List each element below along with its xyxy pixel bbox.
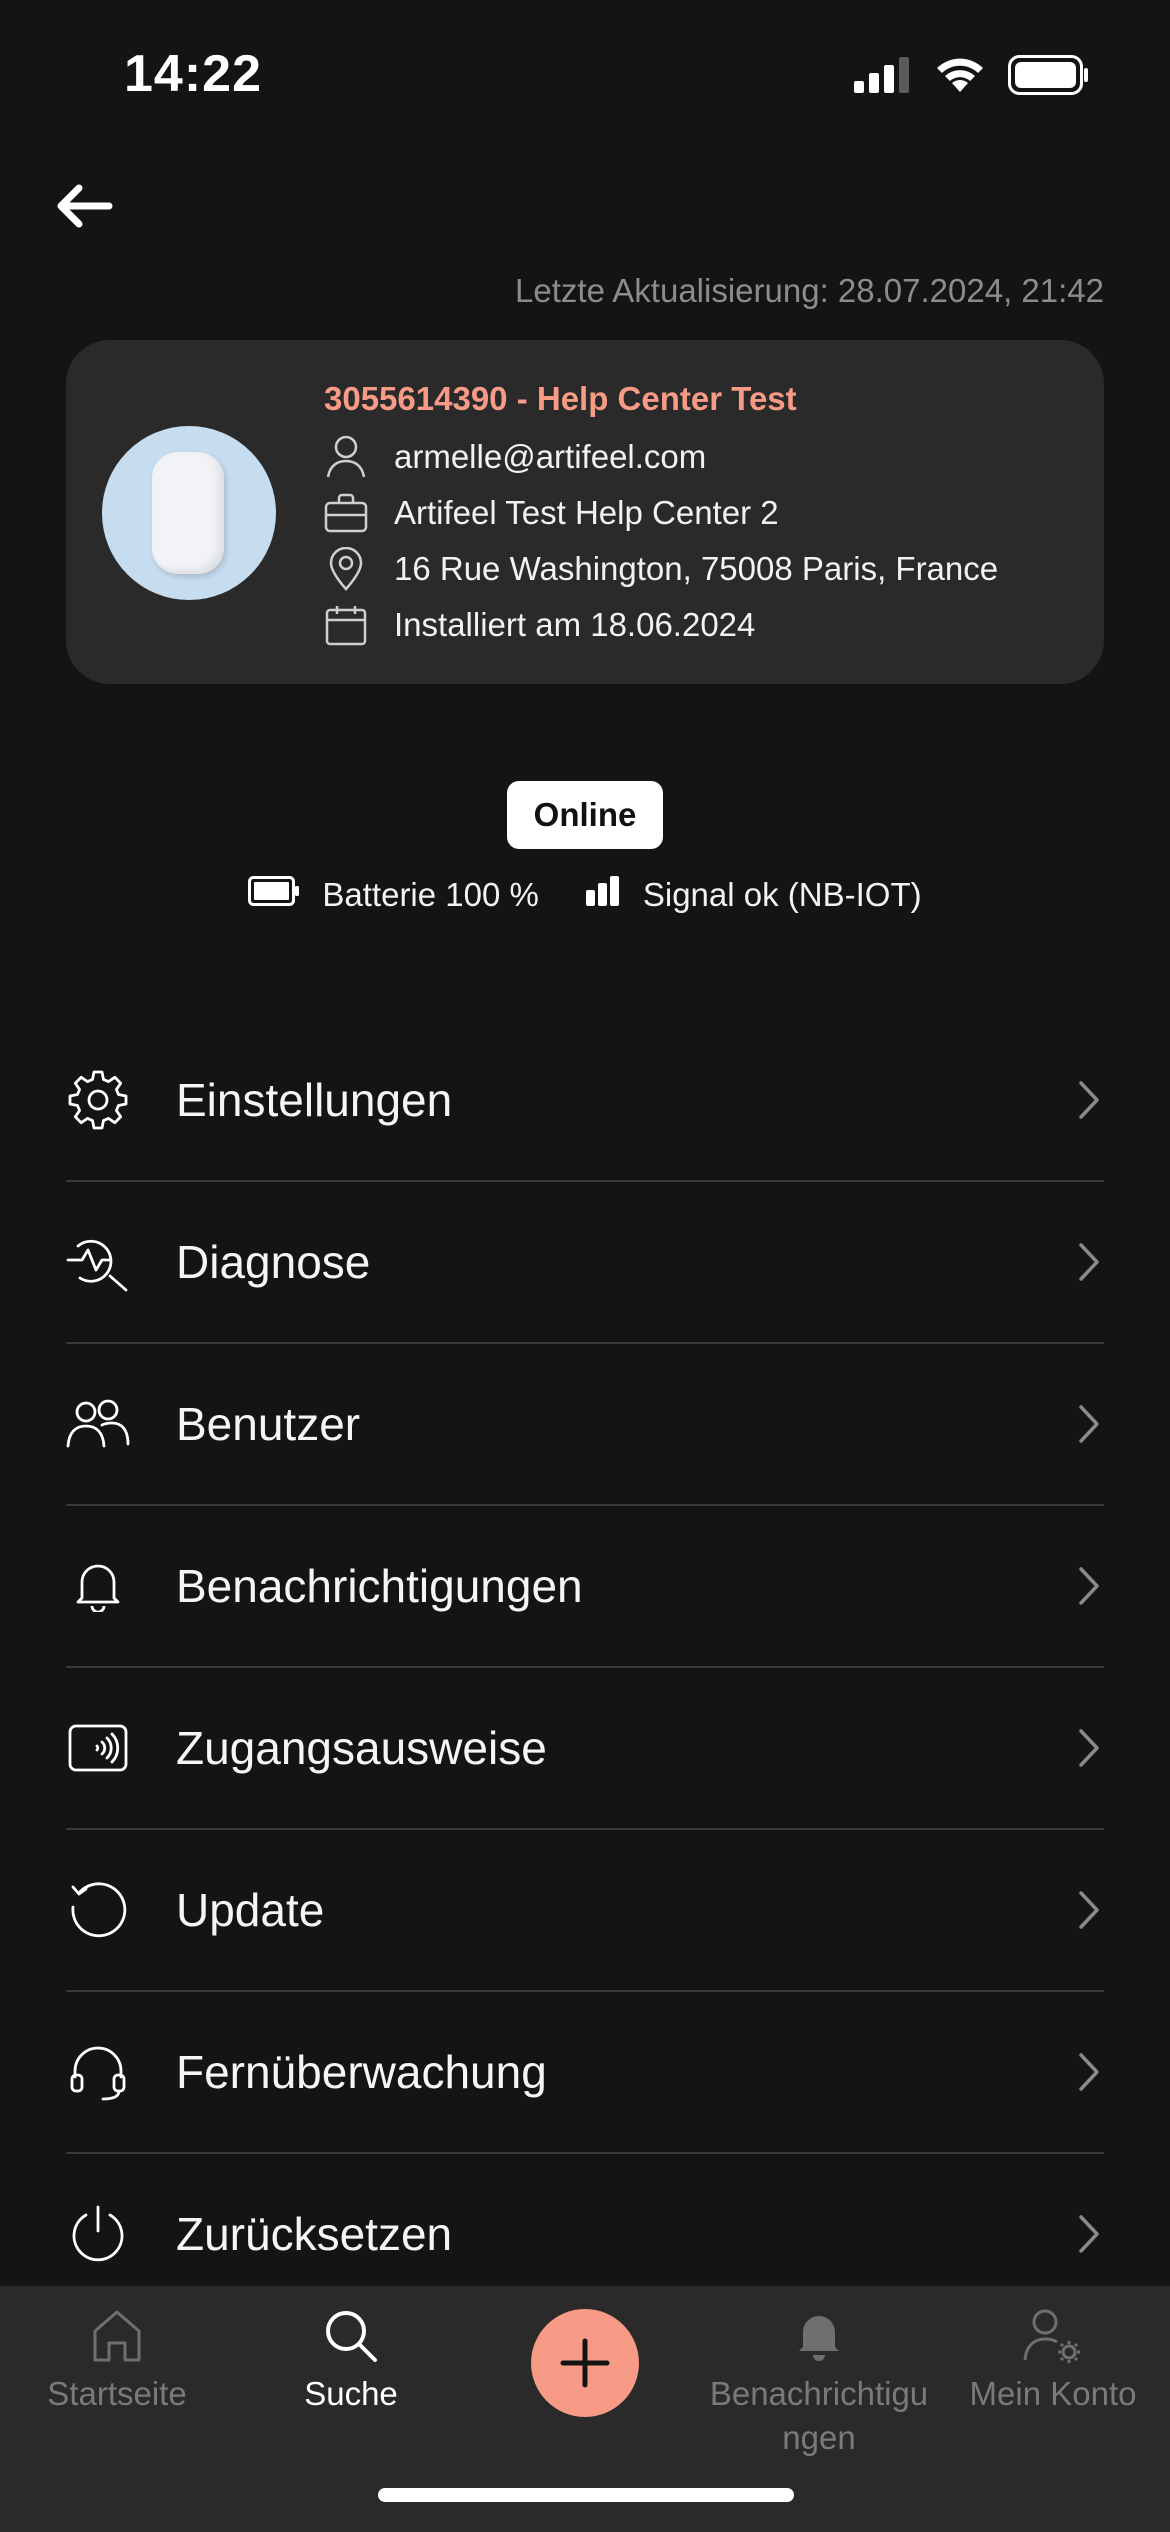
status-bar: 14:22 — [0, 0, 1170, 150]
users-icon — [66, 1392, 130, 1456]
chevron-right-icon — [1074, 1564, 1104, 1608]
device-menu: Einstellungen Diagnose Benutzer Benachri… — [66, 1020, 1104, 2314]
nav-item-startseite[interactable]: Startseite — [0, 2304, 234, 2416]
menu-item-label: Zurücksetzen — [176, 2208, 453, 2260]
nav-item-mein-konto[interactable]: Mein Konto — [936, 2304, 1170, 2416]
bell-icon — [787, 2304, 851, 2368]
menu-item-label: Benutzer — [176, 1398, 361, 1450]
menu-item-label: Einstellungen — [176, 1074, 453, 1126]
menu-item-benachrichtigungen[interactable]: Benachrichtigungen — [66, 1506, 1104, 1668]
menu-item-label: Benachrichtigungen — [176, 1560, 583, 1612]
device-title: 3055614390 - Help Center Test — [324, 380, 797, 417]
signal-bars-icon — [585, 876, 621, 914]
battery-status: Batterie 100 % — [248, 876, 539, 914]
device-company-row: Artifeel Test Help Center 2 — [322, 488, 779, 538]
device-company: Artifeel Test Help Center 2 — [394, 494, 779, 531]
menu-item-label: Zugangsausweise — [176, 1722, 547, 1774]
device-status-line: Batterie 100 % Signal ok (NB-IOT) — [0, 876, 1170, 914]
menu-item-label: Fernüberwachung — [176, 2046, 547, 2098]
chevron-right-icon — [1074, 1888, 1104, 1932]
home-indicator — [378, 2488, 794, 2502]
briefcase-icon — [322, 489, 370, 537]
arrow-left-icon — [57, 184, 113, 228]
device-email-row: armelle@artifeel.com — [322, 432, 706, 482]
signal-status: Signal ok (NB-IOT) — [585, 876, 922, 914]
access-card-icon — [66, 1716, 130, 1780]
device-image — [152, 452, 224, 574]
plus-icon — [560, 2338, 610, 2388]
nav-item-suche[interactable]: Suche — [234, 2304, 468, 2416]
home-icon — [85, 2304, 149, 2368]
chevron-right-icon — [1074, 1726, 1104, 1770]
power-icon — [66, 2202, 130, 2266]
chevron-right-icon — [1074, 1078, 1104, 1122]
screen: 14:22 Letzte Aktualisierung: 28.07.2024,… — [0, 0, 1170, 2532]
menu-item-label: Update — [176, 1884, 325, 1936]
back-button[interactable] — [50, 176, 120, 236]
diagnosis-icon — [66, 1230, 130, 1294]
nav-label: Mein Konto — [969, 2375, 1137, 2412]
battery-status-text: Batterie 100 % — [322, 876, 539, 913]
headset-icon — [66, 2040, 130, 2104]
device-card: 3055614390 - Help Center Test armelle@ar… — [66, 340, 1104, 684]
menu-item-label: Diagnose — [176, 1236, 371, 1288]
search-icon — [319, 2304, 383, 2368]
bell-icon — [66, 1554, 130, 1618]
device-email: armelle@artifeel.com — [394, 438, 707, 475]
menu-item-diagnose[interactable]: Diagnose — [66, 1182, 1104, 1344]
menu-item-zugangsausweise[interactable]: Zugangsausweise — [66, 1668, 1104, 1830]
device-avatar — [102, 426, 276, 600]
refresh-icon — [66, 1878, 130, 1942]
device-installed-row: Installiert am 18.06.2024 — [322, 600, 755, 650]
chevron-right-icon — [1074, 2050, 1104, 2094]
online-status-badge: Online — [507, 781, 663, 849]
last-update-text: Letzte Aktualisierung: 28.07.2024, 21:42 — [515, 272, 1104, 309]
menu-item-benutzer[interactable]: Benutzer — [66, 1344, 1104, 1506]
device-address: 16 Rue Washington, 75008 Paris, France — [394, 550, 999, 587]
menu-item-fernueberwachung[interactable]: Fernüberwachung — [66, 1992, 1104, 2154]
calendar-icon — [322, 601, 370, 649]
nav-item-benachrichtigungen[interactable]: Benachrichtigu ngen — [702, 2304, 936, 2460]
device-address-row: 16 Rue Washington, 75008 Paris, France — [322, 544, 998, 594]
nav-label-text: Benachrichtigu ngen — [709, 2375, 929, 2456]
nav-label: Startseite — [47, 2375, 187, 2412]
status-icons — [854, 55, 1090, 100]
menu-item-einstellungen[interactable]: Einstellungen — [66, 1020, 1104, 1182]
chevron-right-icon — [1074, 1402, 1104, 1446]
chevron-right-icon — [1074, 1240, 1104, 1284]
nav-label: Suche — [304, 2375, 398, 2412]
nav-label: Benachrichtigu ngen — [710, 2372, 928, 2460]
status-time: 14:22 — [124, 45, 262, 103]
user-icon — [322, 433, 370, 481]
signal-status-text: Signal ok (NB-IOT) — [642, 876, 922, 913]
cellular-signal-icon — [854, 57, 912, 98]
location-pin-icon — [322, 545, 370, 593]
chevron-right-icon — [1074, 2212, 1104, 2256]
account-settings-icon — [1021, 2304, 1085, 2368]
battery-full-icon — [248, 876, 300, 914]
gear-icon — [66, 1068, 130, 1132]
add-button[interactable] — [531, 2309, 639, 2417]
menu-item-update[interactable]: Update — [66, 1830, 1104, 1992]
wifi-icon — [934, 56, 986, 99]
device-installed-date: Installiert am 18.06.2024 — [394, 606, 756, 643]
battery-icon — [1008, 55, 1090, 100]
